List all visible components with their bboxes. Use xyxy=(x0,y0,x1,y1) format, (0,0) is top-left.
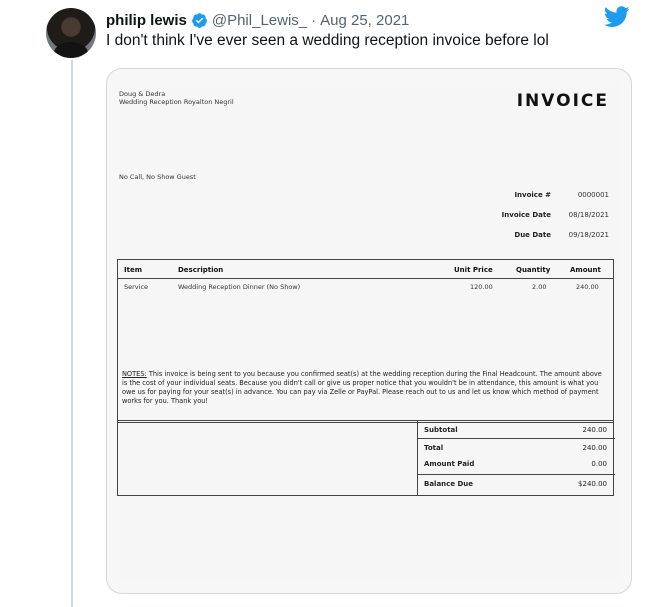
invoice-from-event: Wedding Reception Royalton Negril xyxy=(119,98,234,106)
invoice-title: INVOICE xyxy=(516,91,609,111)
invoice-number-row: Invoice # 0000001 xyxy=(459,185,609,205)
thread-connector-line xyxy=(71,60,73,607)
row-item: Service xyxy=(124,283,149,291)
author-name[interactable]: philip lewis xyxy=(106,12,187,29)
header-separator: · xyxy=(311,11,317,29)
invoice-document: Doug & Dedra Wedding Reception Royalton … xyxy=(117,81,619,579)
twitter-bird-icon[interactable] xyxy=(604,6,630,28)
invoice-from: Doug & Dedra Wedding Reception Royalton … xyxy=(119,90,234,106)
tweet-header: philip lewis @Phil_Lewis_ · Aug 25, 2021 xyxy=(106,9,409,31)
tweet-text: I don't think I've ever seen a wedding r… xyxy=(106,32,549,49)
row-quantity: 2.00 xyxy=(532,283,547,291)
subtotal-value: 240.00 xyxy=(582,426,608,434)
notes-text: This invoice is being sent to you becaus… xyxy=(122,370,602,405)
balance-due-label: Balance Due xyxy=(424,480,474,488)
row-description: Wedding Reception Dinner (No Show) xyxy=(178,283,301,291)
due-date-value: 09/18/2021 xyxy=(568,231,609,239)
author-handle[interactable]: @Phil_Lewis_ xyxy=(212,12,307,29)
invoice-totals-area: Subtotal 240.00 Total 240.00 Amount Paid… xyxy=(117,420,615,496)
column-header-item: Item xyxy=(124,266,142,274)
invoice-items-table: Item Description Unit Price Quantity Amo… xyxy=(117,259,614,423)
balance-due-row: Balance Due $240.00 xyxy=(418,476,615,492)
invoice-number-value: 0000001 xyxy=(577,191,609,199)
total-label: Total xyxy=(424,444,444,452)
amount-paid-value: 0.00 xyxy=(591,460,607,468)
column-header-description: Description xyxy=(178,266,224,274)
invoice-date-row: Invoice Date 08/18/2021 xyxy=(459,205,609,225)
invoice-meta: Invoice # 0000001 Invoice Date 08/18/202… xyxy=(459,185,609,245)
column-header-unit-price: Unit Price xyxy=(454,266,493,274)
verified-badge-icon xyxy=(191,12,207,28)
invoice-number-label: Invoice # xyxy=(514,191,551,199)
avatar-shirt xyxy=(54,42,88,58)
due-date-label: Due Date xyxy=(514,231,551,239)
table-header-divider xyxy=(118,278,613,279)
notes-label: NOTES: xyxy=(122,370,147,378)
invoice-notes: NOTES: This invoice is being sent to you… xyxy=(122,370,607,406)
balance-due-value: $240.00 xyxy=(578,480,607,488)
due-date-row: Due Date 09/18/2021 xyxy=(459,225,609,245)
amount-paid-label: Amount Paid xyxy=(424,460,475,468)
subtotal-row: Subtotal 240.00 xyxy=(418,422,615,438)
total-row: Total 240.00 xyxy=(418,440,615,456)
tweet-media-image[interactable]: Doug & Dedra Wedding Reception Royalton … xyxy=(106,68,632,594)
row-unit-price: 120.00 xyxy=(470,283,493,291)
invoice-from-name: Doug & Dedra xyxy=(119,90,166,98)
total-value: 240.00 xyxy=(582,444,608,452)
row-amount: 240.00 xyxy=(576,283,599,291)
balance-divider xyxy=(418,474,615,475)
tweet-date[interactable]: Aug 25, 2021 xyxy=(320,12,409,29)
column-header-quantity: Quantity xyxy=(516,266,551,274)
amount-paid-row: Amount Paid 0.00 xyxy=(418,456,615,472)
invoice-date-label: Invoice Date xyxy=(501,211,551,219)
invoice-date-value: 08/18/2021 xyxy=(568,211,609,219)
column-header-amount: Amount xyxy=(570,266,601,274)
invoice-bill-to: No Call, No Show Guest xyxy=(119,173,196,181)
subtotal-label: Subtotal xyxy=(424,426,458,434)
avatar[interactable] xyxy=(46,8,96,58)
totals-box: Subtotal 240.00 Total 240.00 Amount Paid… xyxy=(417,421,615,495)
totals-divider xyxy=(418,438,615,439)
